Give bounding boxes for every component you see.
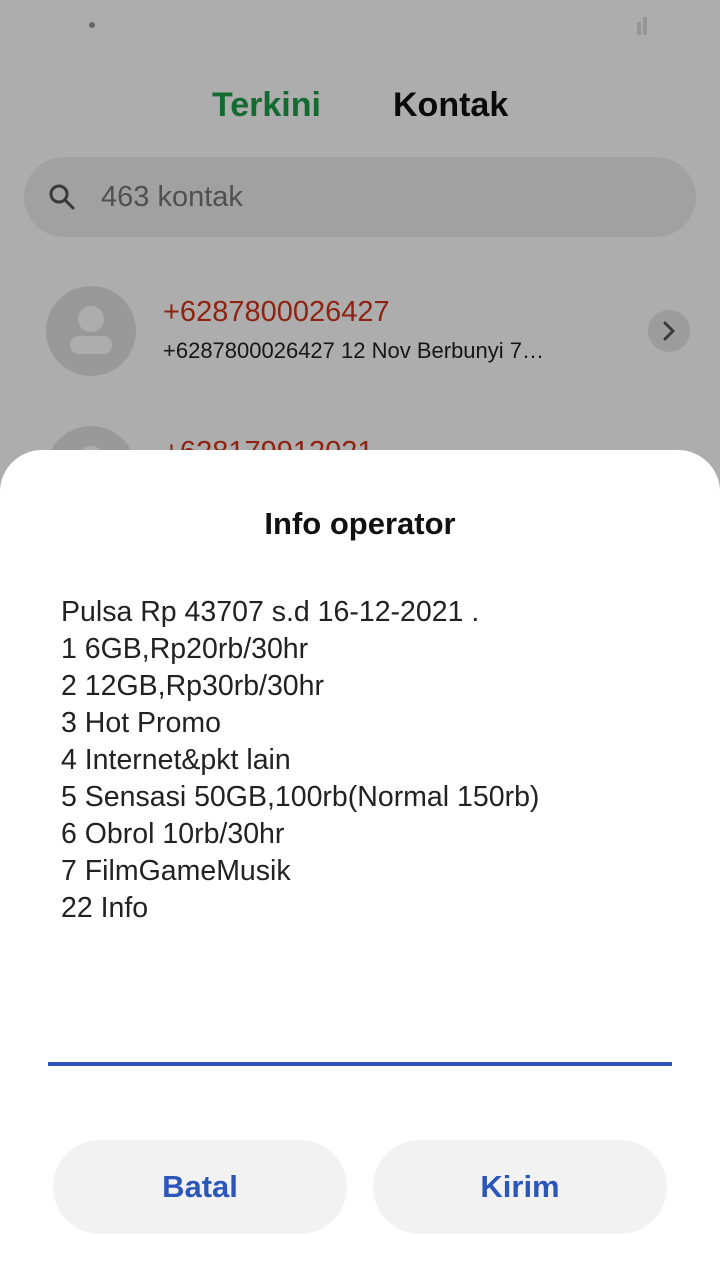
operator-message: Pulsa Rp 43707 s.d 16-12-2021 . 1 6GB,Rp… bbox=[61, 594, 661, 927]
reply-input[interactable] bbox=[48, 1010, 672, 1066]
message-line: 7 FilmGameMusik bbox=[61, 855, 291, 887]
dialog-title: Info operator bbox=[264, 506, 456, 541]
message-line: 6 Obrol 10rb/30hr bbox=[61, 818, 285, 850]
message-line: 3 Hot Promo bbox=[61, 707, 221, 739]
cancel-button[interactable]: Batal bbox=[53, 1140, 347, 1234]
message-line: 22 Info bbox=[61, 892, 149, 924]
send-button[interactable]: Kirim bbox=[373, 1140, 667, 1234]
message-line: 1 6GB,Rp20rb/30hr bbox=[61, 633, 309, 665]
message-line: 5 Sensasi 50GB,100rb(Normal 150rb) bbox=[61, 781, 540, 813]
message-line: Pulsa Rp 43707 s.d 16-12-2021 . bbox=[61, 596, 480, 628]
message-line: 4 Internet&pkt lain bbox=[61, 744, 291, 776]
operator-info-dialog: Info operator Pulsa Rp 43707 s.d 16-12-2… bbox=[0, 450, 720, 1280]
message-line: 2 12GB,Rp30rb/30hr bbox=[61, 670, 324, 702]
